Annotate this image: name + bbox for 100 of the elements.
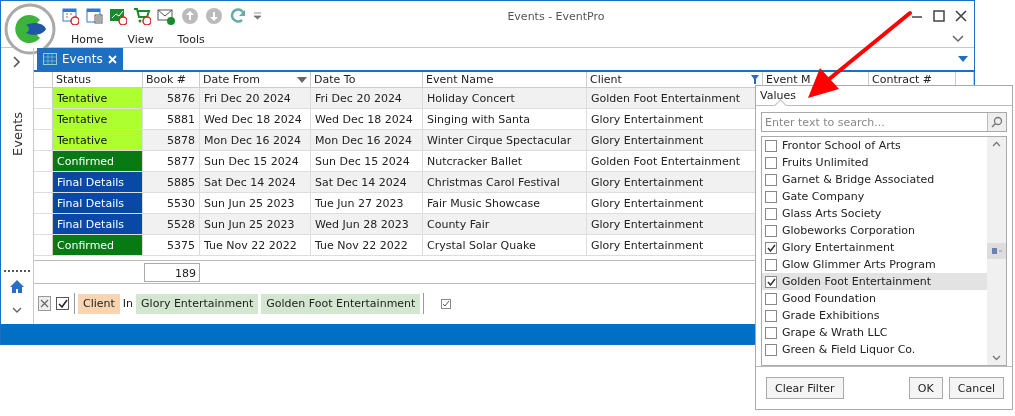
table-cell: Wed Jun 28 2023 bbox=[311, 214, 423, 235]
list-item[interactable]: Glory Entertainment bbox=[762, 239, 987, 256]
list-item[interactable]: Good Foundation bbox=[762, 290, 987, 307]
maximize-icon[interactable] bbox=[932, 9, 946, 23]
checkbox[interactable] bbox=[765, 326, 777, 339]
nav-label[interactable]: Events bbox=[9, 112, 25, 156]
list-item[interactable]: Glass Arts Society bbox=[762, 205, 987, 222]
dropdown-icon[interactable] bbox=[253, 12, 262, 20]
check-icon bbox=[766, 277, 776, 286]
table-cell: Tue Nov 22 2022 bbox=[200, 235, 311, 256]
table-cell: Holiday Concert bbox=[423, 88, 587, 109]
sort-arrow-icon[interactable] bbox=[297, 76, 307, 83]
list-item[interactable]: Garnet & Bridge Associated bbox=[762, 171, 987, 188]
dropdown-icon[interactable] bbox=[958, 56, 968, 62]
checkbox[interactable] bbox=[765, 139, 777, 152]
ribbon-tab[interactable]: Home bbox=[59, 32, 116, 46]
table-cell: Sat Dec 14 2024 bbox=[200, 172, 311, 193]
values-tab[interactable]: Values bbox=[760, 89, 796, 102]
check-icon bbox=[57, 299, 68, 308]
table-cell: Christmas Carol Festival bbox=[423, 172, 587, 193]
home-icon[interactable] bbox=[10, 280, 24, 293]
window-title: Events - EventPro bbox=[506, 9, 606, 23]
table-cell: 5878 bbox=[143, 130, 200, 151]
list-item[interactable]: Green & Field Liquor Co. bbox=[762, 341, 987, 358]
search-icon[interactable] bbox=[991, 116, 1003, 128]
list-item[interactable]: Grade Exhibitions bbox=[762, 307, 987, 324]
refresh-icon[interactable] bbox=[229, 7, 247, 25]
checkbox[interactable] bbox=[765, 275, 777, 288]
checkbox[interactable] bbox=[765, 207, 777, 220]
status-cell: Confirmed bbox=[53, 151, 143, 172]
list-item[interactable]: Fruits Unlimited bbox=[762, 154, 987, 171]
ribbon-tab[interactable]: Tools bbox=[165, 32, 217, 46]
table-cell: 5528 bbox=[143, 214, 200, 235]
logo-icon[interactable] bbox=[4, 3, 56, 55]
checkbox[interactable] bbox=[765, 343, 777, 356]
status-cell: Tentative bbox=[53, 130, 143, 151]
list-item[interactable]: Gate Company bbox=[762, 188, 987, 205]
list-item[interactable]: Glow Glimmer Arts Program bbox=[762, 256, 987, 273]
table-cell: Crystal Solar Quake bbox=[423, 235, 587, 256]
mail-icon[interactable] bbox=[157, 7, 175, 25]
status-cell: Final Details bbox=[53, 214, 143, 235]
table-cell: Winter Cirque Spectacular bbox=[423, 130, 587, 151]
close-icon[interactable] bbox=[954, 9, 968, 23]
total-count: 189 bbox=[144, 262, 200, 282]
cart-icon[interactable] bbox=[133, 7, 151, 25]
status-cell: Final Details bbox=[53, 172, 143, 193]
filter-icon[interactable] bbox=[751, 75, 759, 84]
filter-value[interactable]: Golden Foot Entertainment bbox=[261, 293, 421, 314]
checkbox[interactable] bbox=[765, 258, 777, 271]
checkbox[interactable] bbox=[56, 297, 69, 310]
list-item[interactable]: Frontor School of Arts bbox=[762, 137, 987, 154]
checkbox[interactable] bbox=[765, 156, 777, 169]
table-cell: Fri Dec 20 2024 bbox=[311, 88, 423, 109]
chevron-down-icon[interactable] bbox=[952, 35, 964, 43]
document-tab[interactable]: Events bbox=[37, 48, 123, 70]
status-cell: Tentative bbox=[53, 88, 143, 109]
checkbox[interactable] bbox=[765, 173, 777, 186]
calendar-list-icon[interactable] bbox=[85, 7, 103, 25]
checkbox[interactable] bbox=[765, 224, 777, 237]
table-cell: Sat Dec 14 2024 bbox=[311, 172, 423, 193]
list-item[interactable]: Grape & Wrath LLC bbox=[762, 324, 987, 341]
table-cell: 5375 bbox=[143, 235, 200, 256]
cancel-button[interactable]: Cancel bbox=[948, 377, 1004, 399]
scrollbar[interactable] bbox=[987, 137, 1006, 365]
checkbox[interactable] bbox=[765, 241, 777, 254]
ribbon-tab[interactable]: View bbox=[115, 32, 166, 46]
grid-icon bbox=[43, 53, 57, 65]
table-cell: Mon Dec 16 2024 bbox=[311, 130, 423, 151]
checkbox-icon[interactable] bbox=[441, 298, 452, 309]
search-field[interactable]: Enter text to search... bbox=[761, 112, 1007, 132]
checkbox[interactable] bbox=[765, 292, 777, 305]
filter-field[interactable]: Client bbox=[78, 293, 120, 314]
table-cell: County Fair bbox=[423, 214, 587, 235]
table-cell: Sun Jun 25 2023 bbox=[200, 214, 311, 235]
chevron-up-icon[interactable] bbox=[992, 141, 1001, 147]
filter-operator[interactable]: In bbox=[122, 297, 134, 310]
checkbox[interactable] bbox=[765, 190, 777, 203]
clear-filter-button[interactable]: Clear Filter bbox=[766, 377, 844, 399]
table-cell: 5885 bbox=[143, 172, 200, 193]
chart-icon[interactable] bbox=[109, 7, 127, 25]
chevron-down-icon[interactable] bbox=[12, 307, 22, 314]
close-icon bbox=[40, 299, 49, 308]
table-cell: Tue Nov 22 2022 bbox=[311, 235, 423, 256]
table-cell: Fri Dec 20 2024 bbox=[200, 88, 311, 109]
ok-button[interactable]: OK bbox=[908, 377, 943, 399]
clear-filter-button[interactable] bbox=[38, 296, 51, 311]
scroll-thumb-icon[interactable] bbox=[991, 248, 1002, 254]
calendar-clock-icon[interactable] bbox=[61, 7, 79, 25]
list-item[interactable]: Globeworks Corporation bbox=[762, 222, 987, 239]
checkbox[interactable] bbox=[765, 309, 777, 322]
filter-value[interactable]: Glory Entertainment bbox=[136, 293, 259, 314]
status-cell: Final Details bbox=[53, 193, 143, 214]
table-cell: 5876 bbox=[143, 88, 200, 109]
check-icon bbox=[766, 243, 776, 252]
chevron-right-icon[interactable] bbox=[13, 56, 21, 68]
list-item[interactable]: Golden Foot Entertainment bbox=[762, 273, 987, 290]
status-cell: Confirmed bbox=[53, 235, 143, 256]
table-cell: Mon Dec 16 2024 bbox=[200, 130, 311, 151]
status-cell: Tentative bbox=[53, 109, 143, 130]
chevron-down-icon[interactable] bbox=[992, 355, 1001, 361]
